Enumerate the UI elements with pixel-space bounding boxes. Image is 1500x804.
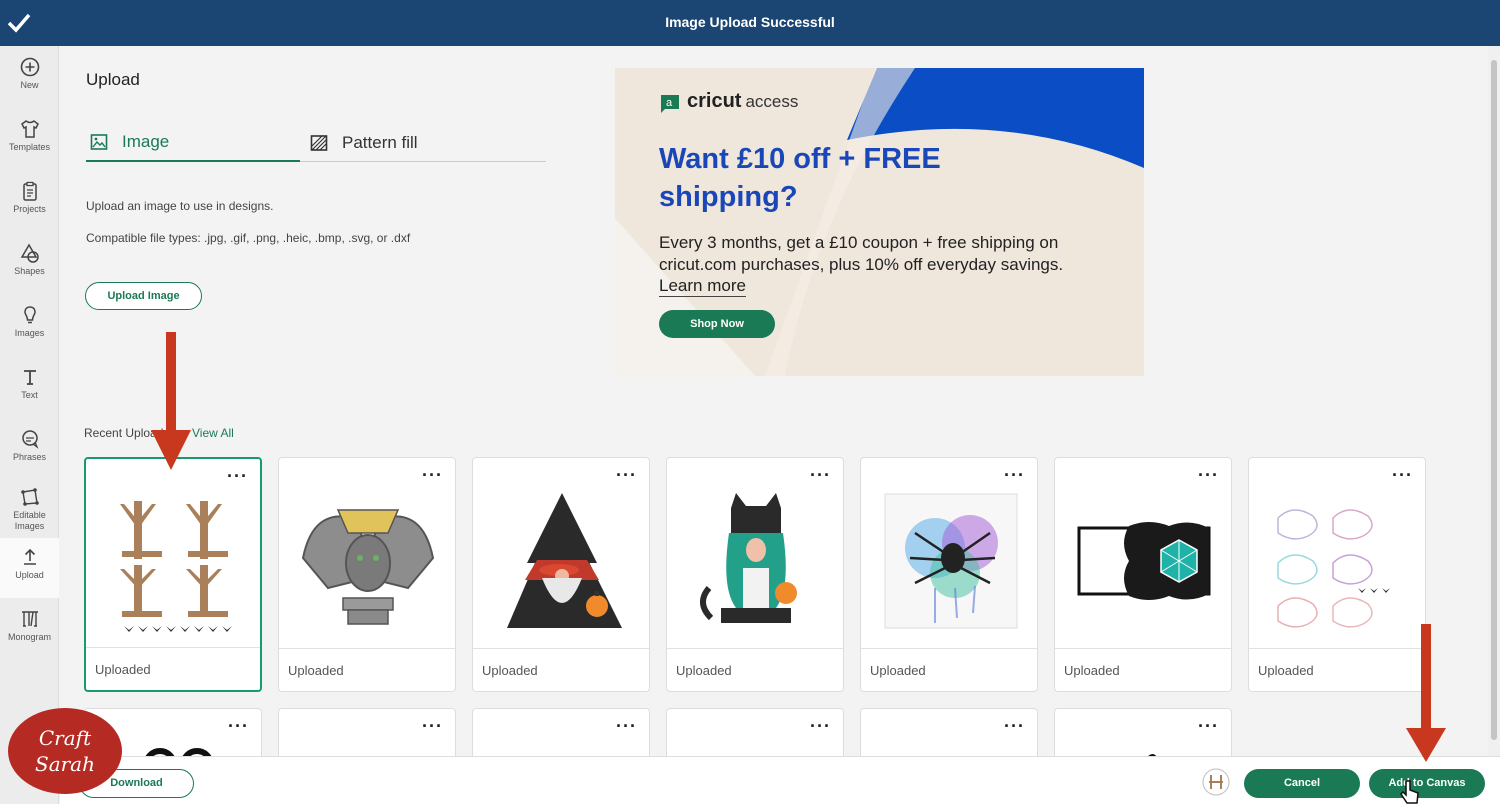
craft-with-sarah-logo: Craft Sarah (8, 708, 122, 794)
upload-status: Uploaded (870, 663, 926, 678)
image-icon (90, 134, 108, 150)
more-options-icon[interactable]: ··· (1198, 466, 1219, 484)
upload-status: Uploaded (676, 663, 732, 678)
selected-thumbnail-icon[interactable] (1201, 767, 1231, 797)
pattern-icon (310, 135, 328, 151)
scrollbar-thumb[interactable] (1491, 60, 1497, 740)
upload-image-button[interactable]: Upload Image (85, 282, 202, 310)
pointer-cursor-icon (1400, 780, 1419, 804)
sidebar-item-editable-images[interactable]: Editable Images (0, 478, 59, 538)
card-footer: Uploaded (473, 648, 649, 691)
page-title: Upload (86, 70, 140, 89)
learn-more-link[interactable]: Learn more (659, 276, 746, 297)
add-to-canvas-button[interactable]: Add to Canvas (1369, 769, 1485, 798)
tab-image-label: Image (122, 132, 170, 151)
more-options-icon[interactable]: ··· (227, 467, 248, 485)
sidebar-item-text[interactable]: Text (0, 358, 59, 418)
view-all-link[interactable]: View All (192, 426, 234, 440)
cricut-access-promo: a cricut access Want £10 off + FREE ship… (615, 68, 1144, 376)
upload-card[interactable]: ··· Uploaded (472, 457, 650, 692)
tab-pattern-label: Pattern fill (342, 133, 418, 152)
tshirt-icon (20, 120, 39, 138)
card-footer: Uploaded (1249, 648, 1425, 691)
upload-status: Uploaded (95, 662, 151, 677)
sidebar-item-new[interactable]: New (0, 48, 59, 108)
sidebar-item-templates[interactable]: Templates (0, 110, 59, 170)
text-icon (23, 370, 36, 385)
upload-description: Upload an image to use in designs. (86, 199, 274, 213)
upload-card[interactable]: ··· Uploaded (860, 457, 1038, 692)
more-options-icon[interactable]: ··· (422, 717, 443, 735)
logo-line1: Craft (38, 726, 92, 750)
upload-icon (23, 548, 36, 565)
compatible-file-types: Compatible file types: .jpg, .gif, .png,… (86, 231, 411, 245)
logo-line2: Sarah (35, 752, 95, 776)
more-options-icon[interactable]: ··· (810, 466, 831, 484)
red-arrow-down-icon (151, 332, 191, 470)
sidebar-item-projects[interactable]: Projects (0, 172, 59, 232)
svg-text:a: a (666, 97, 673, 109)
sidebar-item-phrases[interactable]: Phrases (0, 420, 59, 480)
editable-image-icon (20, 488, 39, 506)
shop-now-button[interactable]: Shop Now (659, 310, 775, 338)
sidebar-item-images[interactable]: Images (0, 296, 59, 356)
more-options-icon[interactable]: ··· (422, 466, 443, 484)
tab-image[interactable]: Image (86, 124, 300, 162)
spiderweb-label-icon (1077, 522, 1211, 600)
upload-tabs: Image Pattern fill (86, 124, 546, 162)
bottom-action-bar: Download Cancel Add to Canvas (60, 756, 1500, 804)
bare-trees-and-bats-icon (120, 501, 232, 632)
watercolor-spider-icon (884, 493, 1018, 629)
speech-bubble-icon (21, 430, 38, 449)
cricut-access-logo: a cricut access (659, 90, 798, 113)
promo-body: Every 3 months, get a £10 coupon + free … (659, 233, 1064, 274)
card-footer: Uploaded (667, 648, 843, 691)
gargoyle-icon (301, 509, 435, 625)
logo-product: access (745, 91, 799, 111)
promo-headline: Want £10 off + FREE shipping? (659, 143, 941, 213)
card-footer: Uploaded (86, 647, 260, 690)
more-options-icon[interactable]: ··· (1004, 466, 1025, 484)
clipboard-icon (22, 181, 37, 201)
cat-gnome-icon (700, 493, 797, 623)
cancel-button[interactable]: Cancel (1244, 769, 1360, 798)
logo-brand: cricut (687, 90, 742, 112)
sidebar: New Templates Projects Shapes Images Tex… (0, 46, 59, 804)
upload-card[interactable]: ··· Uploaded (84, 457, 262, 692)
card-footer: Uploaded (861, 648, 1037, 691)
card-footer: Uploaded (279, 648, 455, 691)
sidebar-item-upload[interactable]: Upload (0, 538, 59, 598)
upload-status: Uploaded (1258, 663, 1314, 678)
more-options-icon[interactable]: ··· (616, 717, 637, 735)
lightbulb-icon (23, 306, 36, 324)
title-bar: Image Upload Successful (0, 0, 1500, 46)
upload-card[interactable]: ··· Uploaded (278, 457, 456, 692)
monogram-icon (21, 611, 38, 627)
upload-card[interactable]: ··· Uploaded (1054, 457, 1232, 692)
witch-gnome-icon (507, 493, 622, 628)
sidebar-item-monogram[interactable]: Monogram (0, 600, 59, 660)
card-footer: Uploaded (1055, 648, 1231, 691)
upload-status: Uploaded (288, 663, 344, 678)
dialog-title: Image Upload Successful (665, 14, 835, 30)
sidebar-item-shapes[interactable]: Shapes (0, 234, 59, 294)
upload-card[interactable]: ··· Uploaded (1248, 457, 1426, 692)
pastel-ghost-sheet-icon (1277, 509, 1390, 628)
upload-card[interactable]: ··· Uploaded (666, 457, 844, 692)
upload-status: Uploaded (482, 663, 538, 678)
plus-circle-icon (20, 57, 39, 77)
more-options-icon[interactable]: ··· (616, 466, 637, 484)
cricut-logo-icon: a (661, 94, 679, 113)
tab-pattern-fill[interactable]: Pattern fill (306, 124, 546, 162)
scrollbar[interactable] (1488, 46, 1500, 756)
upload-status: Uploaded (1064, 663, 1120, 678)
shapes-icon (20, 243, 39, 263)
red-arrow-down-icon (1406, 624, 1446, 762)
more-options-icon[interactable]: ··· (1392, 466, 1413, 484)
